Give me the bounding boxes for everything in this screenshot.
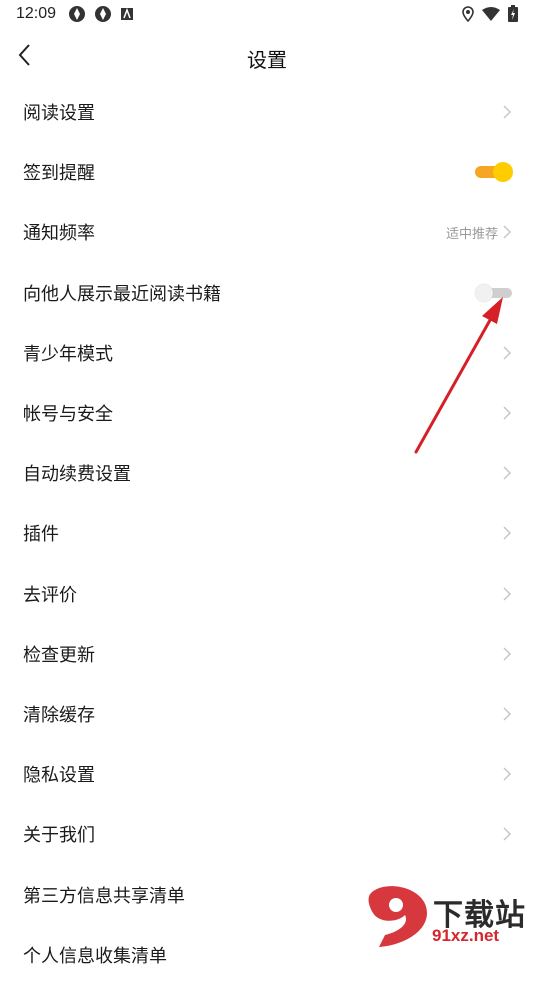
- toggle-knob: [493, 162, 513, 183]
- settings-item-check-update[interactable]: 检查更新: [0, 624, 534, 684]
- settings-item-label: 帐号与安全: [23, 404, 113, 425]
- settings-item-account-security[interactable]: 帐号与安全: [0, 383, 534, 443]
- chevron-right-icon: [503, 767, 512, 781]
- settings-item-label: 自动续费设置: [23, 464, 131, 485]
- chevron-right-icon: [503, 225, 512, 239]
- settings-item-clear-cache[interactable]: 清除缓存: [0, 684, 534, 744]
- wifi-icon: [482, 6, 500, 21]
- page-title: 设置: [247, 50, 287, 72]
- settings-item-checkin-reminder: 签到提醒: [0, 142, 534, 202]
- settings-item-show-recent-books: 向他人展示最近阅读书籍: [0, 263, 534, 323]
- settings-item-label: 清除缓存: [23, 704, 95, 725]
- settings-item-label: 青少年模式: [23, 343, 113, 364]
- settings-item-label: 向他人展示最近阅读书籍: [23, 283, 221, 304]
- notification-frequency-value: 适中推荐: [445, 225, 498, 241]
- settings-item-plugins[interactable]: 插件: [0, 503, 534, 563]
- settings-item-label: 关于我们: [23, 825, 95, 846]
- toggle-knob: [475, 283, 493, 302]
- chevron-right-icon: [503, 105, 512, 119]
- notification-icon: [95, 6, 112, 22]
- location-icon: [462, 5, 474, 22]
- chevron-right-icon: [503, 466, 512, 480]
- settings-item-label: 去评价: [23, 584, 77, 605]
- chevron-right-icon: [503, 647, 512, 661]
- notification-icon: [69, 6, 86, 22]
- settings-item-notification-frequency[interactable]: 通知频率 适中推荐: [0, 202, 534, 262]
- settings-item-label: 签到提醒: [23, 163, 95, 184]
- chevron-right-icon: [503, 346, 512, 360]
- settings-item-label: 检查更新: [23, 644, 95, 665]
- app-badge-icon: [121, 7, 134, 20]
- status-bar: 12:09: [0, 0, 534, 28]
- settings-item-teen-mode[interactable]: 青少年模式: [0, 323, 534, 383]
- settings-item-privacy[interactable]: 隐私设置: [0, 744, 534, 804]
- chevron-right-icon: [503, 707, 512, 721]
- settings-item-about[interactable]: 关于我们: [0, 804, 534, 864]
- settings-item-rate[interactable]: 去评价: [0, 564, 534, 624]
- battery-icon: [508, 5, 518, 22]
- chevron-right-icon: [503, 827, 512, 841]
- settings-item-label: 隐私设置: [23, 765, 95, 786]
- chevron-right-icon: [503, 526, 512, 540]
- settings-item-label: 插件: [23, 524, 59, 545]
- settings-list: 阅读设置 签到提醒 通知频率 适中推荐 向他人展示最近阅读书籍 青少年模式 帐号…: [0, 82, 534, 985]
- header: 设置: [0, 28, 534, 82]
- chevron-right-icon: [503, 406, 512, 420]
- settings-item-label: 通知频率: [23, 223, 95, 244]
- settings-item-label: 阅读设置: [23, 103, 95, 124]
- show-recent-books-toggle[interactable]: [475, 283, 512, 303]
- chevron-right-icon: [503, 587, 512, 601]
- status-time: 12:09: [16, 5, 57, 22]
- watermark-url: 91xz.net: [432, 926, 500, 945]
- checkin-reminder-toggle[interactable]: [475, 162, 513, 183]
- settings-item-reading[interactable]: 阅读设置: [0, 82, 534, 142]
- settings-item-auto-renew[interactable]: 自动续费设置: [0, 443, 534, 503]
